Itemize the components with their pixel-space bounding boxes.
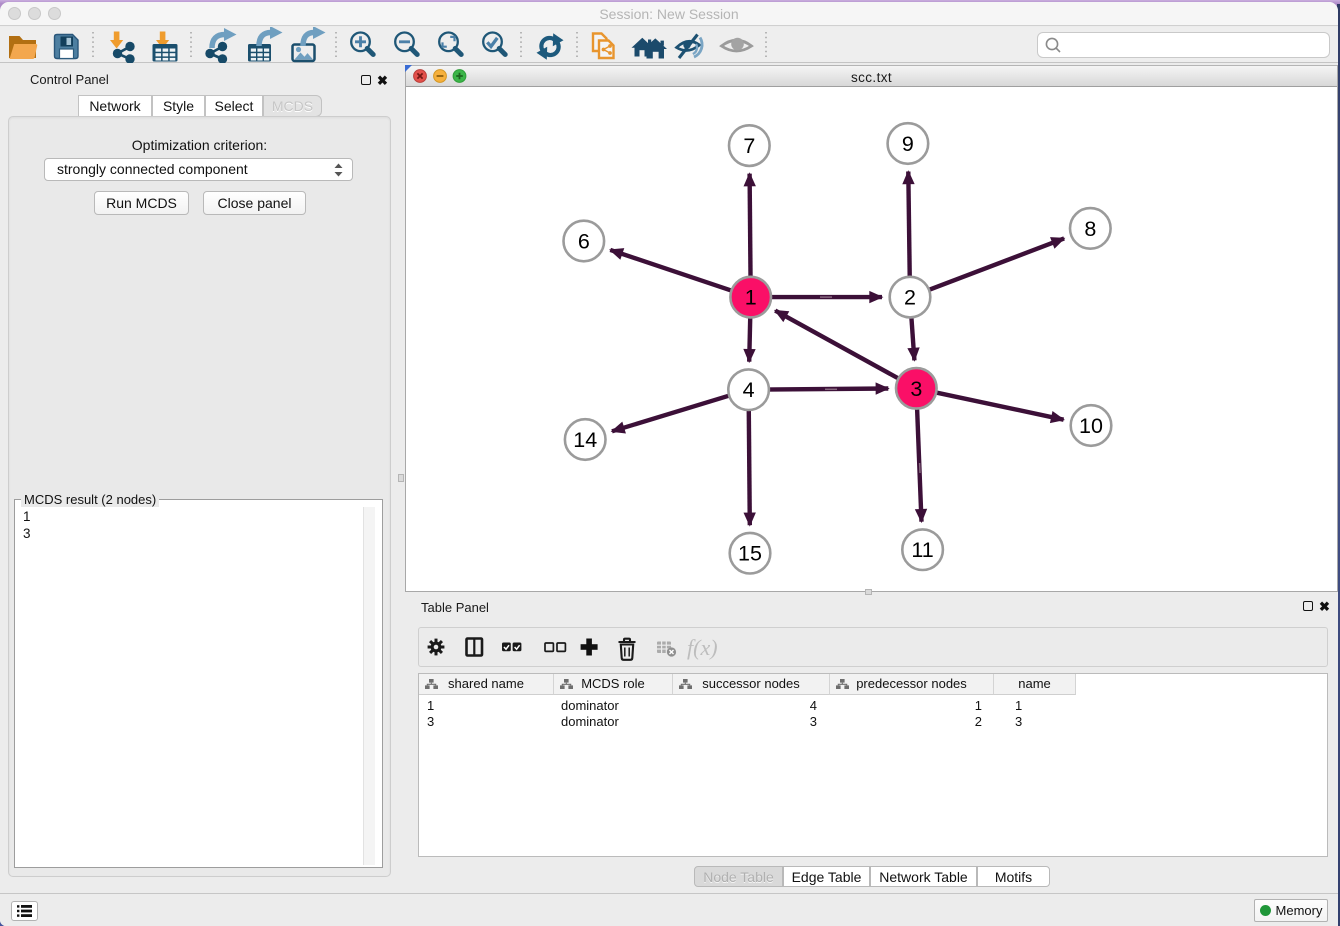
- svg-text:10: 10: [1079, 414, 1103, 438]
- svg-text:6: 6: [578, 230, 590, 254]
- svg-text:f(x): f(x): [687, 635, 718, 660]
- svg-text:3: 3: [910, 377, 922, 401]
- svg-text:14: 14: [573, 428, 597, 452]
- svg-text:15: 15: [738, 542, 762, 566]
- svg-text:2: 2: [904, 286, 916, 310]
- svg-text:11: 11: [911, 538, 933, 562]
- svg-text:7: 7: [743, 134, 755, 158]
- svg-text:1: 1: [745, 286, 757, 310]
- svg-text:9: 9: [902, 132, 914, 156]
- svg-text:4: 4: [743, 378, 755, 402]
- svg-text:8: 8: [1084, 217, 1096, 241]
